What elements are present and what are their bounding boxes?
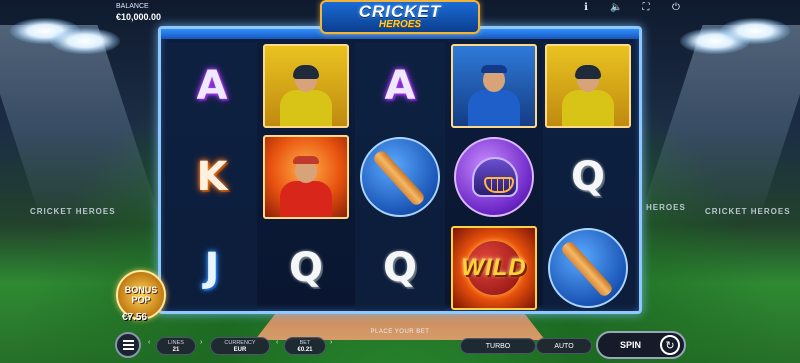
symbol-letter-q: Q [570, 153, 605, 200]
bottom-bar: ‹ LINES 21 › CURRENCY EUR ‹ BET €0.21 › … [112, 331, 688, 359]
bet-value: €0.21 [297, 347, 313, 353]
symbol-q: Q [261, 224, 351, 311]
symbol-bat [543, 224, 633, 311]
fielder-red-icon [263, 134, 349, 219]
stadium-light-icon [50, 28, 120, 54]
stadium-light-beam-left [0, 25, 163, 225]
cricket-bat-icon [360, 136, 440, 217]
wild-label: WILD [461, 253, 527, 281]
stadium-light-icon [720, 18, 790, 44]
symbol-a: A [355, 43, 445, 130]
reel-5: Q [543, 43, 633, 311]
symbol-letter-q: Q [382, 244, 417, 291]
symbol-batsman-yellow [261, 43, 351, 130]
fullscreen-icon[interactable]: ⛶ [640, 2, 652, 14]
bet-decrease-arrow-icon[interactable]: ‹ [276, 339, 278, 346]
bet-label: BET [299, 340, 311, 346]
symbol-helmet [449, 134, 539, 221]
spin-refresh-icon: ↻ [660, 335, 680, 355]
symbol-bat [355, 134, 445, 221]
reel-3: A Q [355, 43, 445, 311]
bonus-line2: POP [131, 295, 151, 305]
symbol-letter-k: K [196, 153, 228, 200]
hamburger-icon [122, 344, 134, 346]
bonus-line1: BONUS [124, 285, 158, 295]
wild-icon: WILD [451, 225, 537, 310]
game-logo: CRICKET HEROES [320, 0, 480, 34]
bet-increase-arrow-icon[interactable]: › [330, 339, 332, 346]
symbol-letter-j: J [204, 244, 220, 291]
power-icon[interactable]: ⏻ [670, 2, 682, 14]
reel-1: A K J [167, 43, 257, 311]
symbol-player-blue [449, 43, 539, 130]
auto-button[interactable]: AUTO [536, 338, 592, 354]
currency-control[interactable]: CURRENCY EUR [210, 337, 270, 355]
lines-control[interactable]: LINES 21 [156, 337, 196, 355]
batsman-yellow-icon [545, 44, 631, 129]
symbol-j: J [167, 224, 257, 311]
bonus-amount: €7.56 [122, 312, 148, 323]
spin-label: SPIN [620, 340, 642, 350]
lines-value: 21 [172, 347, 180, 353]
stadium-light-beam-right [637, 25, 800, 225]
sound-icon[interactable]: 🔈 [610, 2, 622, 14]
batsman-yellow-icon [263, 44, 349, 129]
cricket-helmet-icon [454, 136, 534, 217]
stadium-sign-right-1: HEROES [646, 203, 686, 212]
symbol-letter-q: Q [288, 244, 323, 291]
lines-decrease-arrow-icon[interactable]: ‹ [148, 339, 150, 346]
lines-increase-arrow-icon[interactable]: › [200, 339, 202, 346]
symbol-q: Q [543, 134, 633, 221]
symbol-wild: WILD [449, 224, 539, 311]
stadium-sign-left: CRICKET HEROES [30, 207, 116, 216]
reel-4: WILD [449, 43, 539, 311]
symbol-q: Q [355, 224, 445, 311]
spin-button[interactable]: SPIN ↻ [596, 331, 686, 359]
info-icon[interactable]: ℹ [580, 2, 592, 14]
player-blue-icon [451, 44, 537, 129]
stadium-sign-right-2: CRICKET HEROES [705, 207, 791, 216]
reel-2: Q [261, 43, 351, 311]
reels-grid: A K J Q A Q WILD Q [167, 43, 633, 311]
symbol-letter-a: A [384, 63, 416, 110]
currency-value: EUR [233, 347, 247, 353]
cricket-bat-icon [548, 227, 628, 308]
balance-value: €10,000.00 [116, 12, 162, 22]
turbo-button[interactable]: TURBO [460, 338, 536, 354]
lines-label: LINES [168, 340, 184, 346]
currency-label: CURRENCY [224, 340, 256, 346]
symbol-a: A [167, 43, 257, 130]
reel-frame: A K J Q A Q WILD Q [158, 26, 642, 314]
symbol-fielder-red [261, 134, 351, 221]
symbol-k: K [167, 134, 257, 221]
balance-label: BALANCE [116, 3, 149, 10]
bet-control[interactable]: BET €0.21 [284, 337, 326, 355]
logo-subtitle: HEROES [378, 19, 422, 30]
symbol-letter-a: A [196, 63, 228, 110]
symbol-batsman-yellow [543, 43, 633, 130]
top-controls: ℹ 🔈 ⛶ ⏻ [580, 2, 682, 14]
menu-button[interactable] [115, 332, 141, 358]
